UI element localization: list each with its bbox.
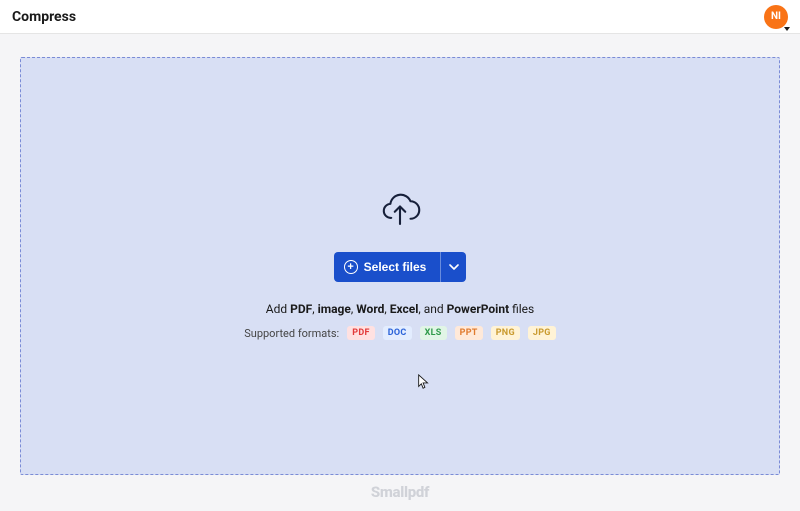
plus-circle-icon: +	[344, 260, 358, 274]
select-files-label: Select files	[364, 260, 427, 274]
chevron-down-icon	[449, 264, 459, 270]
header: Compress NI	[0, 0, 800, 34]
formats-label: Supported formats:	[244, 327, 339, 340]
brand-watermark: Smallpdf	[20, 483, 780, 501]
format-badge-pdf: PDF	[347, 326, 375, 340]
page-title: Compress	[12, 9, 76, 25]
dropzone[interactable]: + Select files Add PDF, image, Word, Exc…	[20, 57, 780, 475]
cursor-icon	[417, 374, 431, 394]
select-files-dropdown-button[interactable]	[440, 252, 466, 282]
avatar[interactable]: NI	[764, 5, 788, 29]
format-badge-ppt: PPT	[455, 326, 483, 340]
select-files-group: + Select files	[334, 252, 467, 282]
format-badge-png: PNG	[491, 326, 520, 340]
content: + Select files Add PDF, image, Word, Exc…	[0, 34, 800, 511]
cloud-upload-icon	[379, 192, 421, 228]
hint-text: Add PDF, image, Word, Excel, and PowerPo…	[266, 302, 535, 316]
format-badge-jpg: JPG	[528, 326, 556, 340]
format-badge-xls: XLS	[420, 326, 447, 340]
caret-down-icon	[784, 27, 790, 31]
formats-row: Supported formats: PDF DOC XLS PPT PNG J…	[244, 326, 556, 340]
format-badge-doc: DOC	[383, 326, 412, 340]
user-menu[interactable]: NI	[764, 5, 788, 29]
select-files-button[interactable]: + Select files	[334, 252, 441, 282]
